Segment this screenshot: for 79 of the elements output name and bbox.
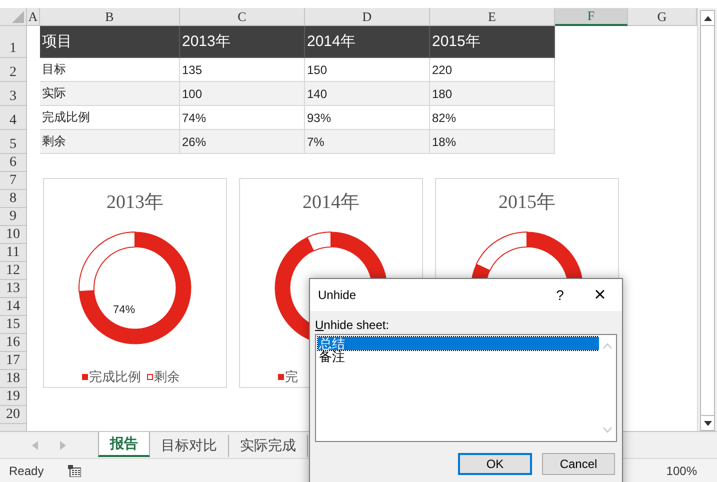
column-header[interactable]: D [305, 8, 430, 26]
list-label: Unhide sheet: [315, 318, 390, 334]
legend-swatch-icon [278, 374, 284, 380]
column-header[interactable]: G [628, 8, 697, 26]
row-header[interactable]: 15 [0, 316, 27, 334]
row-header[interactable]: 6 [0, 154, 27, 172]
column-header[interactable]: B [40, 8, 180, 26]
row-header[interactable]: 18 [0, 370, 27, 388]
sheet-list[interactable]: 总结 备注 [315, 334, 617, 442]
table-cell: 82% [430, 106, 555, 130]
row-header[interactable]: 10 [0, 226, 27, 244]
row-header[interactable]: 1 [0, 26, 27, 58]
table-cell: 26% [180, 130, 305, 154]
row-header[interactable]: 12 [0, 262, 27, 280]
select-all-icon[interactable] [12, 11, 24, 23]
row-header[interactable]: 17 [0, 352, 27, 370]
legend-swatch-icon [147, 374, 153, 380]
row-header[interactable]: 3 [0, 82, 27, 106]
row-header[interactable]: 8 [0, 190, 27, 208]
column-header[interactable]: C [180, 8, 305, 26]
table-cell: 18% [430, 130, 555, 154]
legend-label: 完成比例 [89, 368, 141, 386]
scroll-down-icon[interactable] [704, 420, 712, 426]
next-sheet-icon[interactable] [60, 440, 66, 450]
table-cell: 93% [305, 106, 430, 130]
legend-label: 剩余 [154, 368, 180, 386]
column-header[interactable]: A [27, 8, 40, 26]
row-header[interactable]: 11 [0, 244, 27, 262]
row-header[interactable]: 16 [0, 334, 27, 352]
row-header[interactable]: 19 [0, 388, 27, 406]
sheet-tab[interactable]: 目标对比 [150, 435, 229, 457]
help-button[interactable]: ? [552, 287, 568, 303]
macro-record-icon[interactable] [68, 464, 81, 476]
row-header[interactable]: 4 [0, 106, 27, 130]
dialog-title: Unhide [318, 288, 358, 302]
data-label: 74% [113, 304, 136, 316]
row-header[interactable]: 2 [0, 58, 27, 82]
row-header[interactable]: 7 [0, 172, 27, 190]
header-cell: 2014年 [305, 26, 430, 58]
chart-title: 2014年 [302, 191, 360, 215]
zoom-level[interactable]: 100% [666, 464, 697, 478]
ok-button[interactable]: OK [458, 453, 532, 475]
legend-label: 完 [285, 368, 298, 386]
close-button[interactable]: × [592, 285, 608, 305]
row-header[interactable]: 9 [0, 208, 27, 226]
header-cell: 项目 [40, 26, 180, 58]
cancel-button[interactable]: Cancel [542, 453, 615, 475]
row-header[interactable]: 20 [0, 406, 27, 424]
row-header[interactable]: 13 [0, 280, 27, 298]
header-cell: 2013年 [180, 26, 305, 58]
table-cell: 150 [305, 58, 430, 82]
sheet-tab[interactable]: 报告 [98, 432, 150, 457]
chart-title: 2015年 [498, 191, 556, 215]
table-cell: 135 [180, 58, 305, 82]
table-cell: 100 [180, 82, 305, 106]
list-item[interactable]: 总结 [318, 337, 599, 350]
table-cell: 7% [305, 130, 430, 154]
table-cell: 完成比例 [40, 106, 180, 130]
status-text: Ready [9, 464, 44, 478]
chart-title: 2013年 [106, 191, 164, 215]
table-cell: 180 [430, 82, 555, 106]
table-cell: 220 [430, 58, 555, 82]
table-cell: 剩余 [40, 130, 180, 154]
row-header[interactable] [0, 424, 27, 431]
table-cell: 目标 [40, 58, 180, 82]
table-cell: 74% [180, 106, 305, 130]
row-header[interactable]: 5 [0, 130, 27, 154]
row-header[interactable]: 14 [0, 298, 27, 316]
vertical-scrollbar[interactable] [697, 8, 717, 431]
list-item[interactable]: 备注 [318, 350, 599, 363]
column-header[interactable]: F [555, 8, 628, 26]
previous-sheet-icon[interactable] [32, 440, 38, 450]
sheet-tab[interactable]: 实际完成 [229, 435, 308, 457]
table-cell: 140 [305, 82, 430, 106]
header-cell: 2015年 [430, 26, 555, 58]
legend-swatch-icon [82, 374, 88, 380]
table-cell: 实际 [40, 82, 180, 106]
column-header[interactable]: E [430, 8, 555, 26]
scroll-up-icon[interactable] [704, 16, 712, 20]
